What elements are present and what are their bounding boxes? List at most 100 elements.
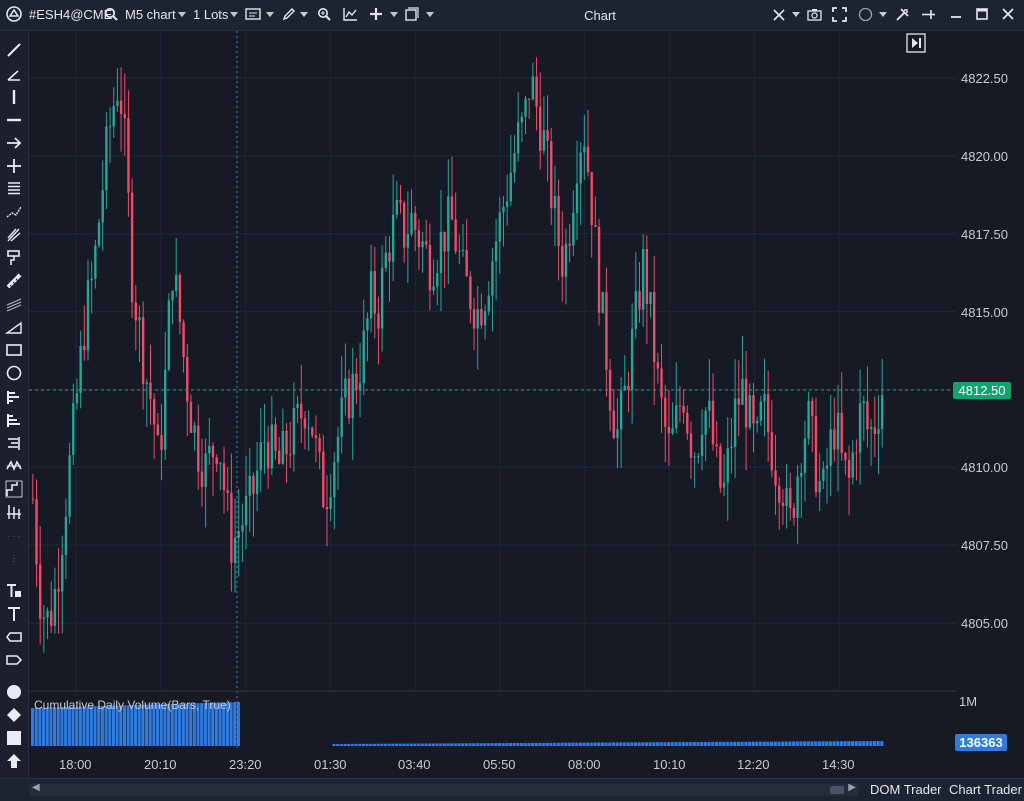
maximize-icon[interactable] (976, 8, 988, 20)
vertical-line-icon[interactable] (5, 88, 23, 106)
candle-body (465, 250, 468, 277)
volume-profile-alt-icon[interactable] (5, 411, 23, 429)
dom-trader-button[interactable]: DOM Trader (870, 782, 942, 797)
price-levels-icon[interactable] (5, 434, 23, 452)
fullscreen-icon[interactable] (832, 7, 847, 22)
candle-body (116, 100, 119, 106)
scroll-to-end-icon[interactable] (906, 33, 926, 53)
time-axis[interactable]: 18:00 20:10 23:20 01:30 03:40 05:50 08:0… (29, 752, 957, 778)
candle-body (726, 448, 729, 483)
volume-bar (781, 741, 785, 746)
scroll-left-icon[interactable]: ◀ (32, 782, 40, 793)
chart-type-icon[interactable] (245, 8, 261, 22)
zoom-icon[interactable] (317, 7, 331, 21)
candle-body (425, 241, 428, 245)
text-icon[interactable] (5, 605, 23, 623)
candle-body (50, 610, 53, 626)
text-lock-icon[interactable] (5, 582, 23, 600)
candle-body (858, 403, 862, 453)
layout-icon[interactable] (405, 7, 419, 21)
crosshair-tools-icon[interactable] (772, 8, 786, 22)
chevron-down-icon[interactable] (426, 12, 434, 17)
crosshair-icon[interactable] (5, 157, 23, 175)
chevron-down-icon[interactable] (390, 12, 398, 17)
volume-bar (435, 743, 439, 746)
candle-body (384, 252, 388, 269)
ruler-icon[interactable] (5, 272, 23, 290)
chevron-down-icon[interactable] (178, 12, 186, 17)
candle-body (516, 122, 520, 154)
chart-trader-button[interactable]: Chart Trader (949, 782, 1022, 797)
candle-body (42, 617, 46, 619)
diamond-marker-icon[interactable] (5, 706, 23, 724)
volume-profile-icon[interactable] (5, 388, 23, 406)
chevron-down-icon[interactable] (266, 12, 274, 17)
close-icon[interactable] (1002, 8, 1014, 20)
candle-body (182, 322, 185, 357)
toolbar-grip[interactable]: ⋮ (5, 549, 23, 567)
candle-body (329, 497, 332, 510)
search-icon[interactable] (104, 7, 118, 21)
indicator-label[interactable]: Cumulative Daily Volume(Bars, True) (34, 698, 231, 712)
price-label-icon[interactable] (5, 628, 23, 646)
angle-line-icon[interactable] (5, 65, 23, 83)
scroll-right-icon[interactable]: ▶ (848, 782, 856, 793)
pencil-icon[interactable] (282, 7, 296, 21)
volume-bar (553, 742, 557, 746)
candle-body (347, 378, 351, 419)
pattern-icon[interactable] (5, 457, 23, 475)
trend-line-icon[interactable] (5, 41, 23, 59)
candle-body (322, 451, 325, 507)
fibonacci-icon[interactable] (5, 180, 23, 198)
minimize-icon[interactable] (950, 8, 962, 20)
candle-body (307, 427, 310, 429)
chevron-down-icon[interactable] (230, 12, 238, 17)
arrow-icon[interactable] (5, 134, 23, 152)
chevron-down-icon[interactable] (879, 12, 887, 17)
circle-marker-icon[interactable] (5, 683, 23, 701)
tag-icon[interactable] (5, 651, 23, 669)
pitchfork-icon[interactable] (5, 226, 23, 244)
polyline-icon[interactable] (5, 203, 23, 221)
volume-bar (872, 741, 877, 746)
volume-bar (806, 741, 810, 746)
parallel-channel-icon[interactable] (5, 295, 23, 313)
symbol-selector[interactable]: #ESH4@CME (29, 7, 112, 22)
volume-bar (685, 742, 689, 746)
paint-roller-icon[interactable] (5, 249, 23, 267)
cycle-lines-icon[interactable] (5, 503, 23, 521)
ellipse-icon[interactable] (5, 364, 23, 382)
horizontal-scrollbar[interactable]: ◀ ▶ (30, 782, 858, 796)
candle-body (704, 410, 707, 435)
volume-bar (747, 741, 752, 746)
lots-selector[interactable]: 1 Lots (193, 7, 228, 22)
candle-body (553, 196, 557, 209)
camera-icon[interactable] (807, 8, 822, 21)
price-chart[interactable] (29, 31, 957, 751)
rectangle-icon[interactable] (5, 341, 23, 359)
indicator-scale-label: 1M (959, 694, 978, 709)
link-circle-icon[interactable] (858, 7, 873, 22)
chevron-down-icon[interactable] (300, 12, 308, 17)
candle-body (877, 429, 880, 434)
chart-interval-selector[interactable]: M5 chart (125, 7, 176, 22)
scrollbar-thumb[interactable] (830, 786, 844, 794)
candle-body (64, 516, 68, 556)
volume-bar (520, 742, 524, 746)
horizontal-line-icon[interactable] (5, 111, 23, 129)
candle-body (719, 446, 722, 488)
add-icon[interactable] (369, 7, 383, 21)
pin-icon[interactable] (921, 8, 936, 21)
square-marker-icon[interactable] (5, 729, 23, 747)
volume-bar (645, 742, 649, 746)
candle-body (546, 130, 549, 142)
indicator-value-badge: 136363 (955, 734, 1007, 751)
indicators-icon[interactable] (343, 7, 358, 21)
candle-body (391, 214, 395, 262)
arrow-up-marker-icon[interactable] (5, 752, 23, 770)
settings-tools-icon[interactable] (895, 7, 910, 22)
chevron-down-icon[interactable] (792, 12, 800, 17)
candle-body (781, 502, 785, 506)
elliott-wave-icon[interactable] (5, 480, 23, 498)
triangle-icon[interactable] (5, 318, 23, 336)
